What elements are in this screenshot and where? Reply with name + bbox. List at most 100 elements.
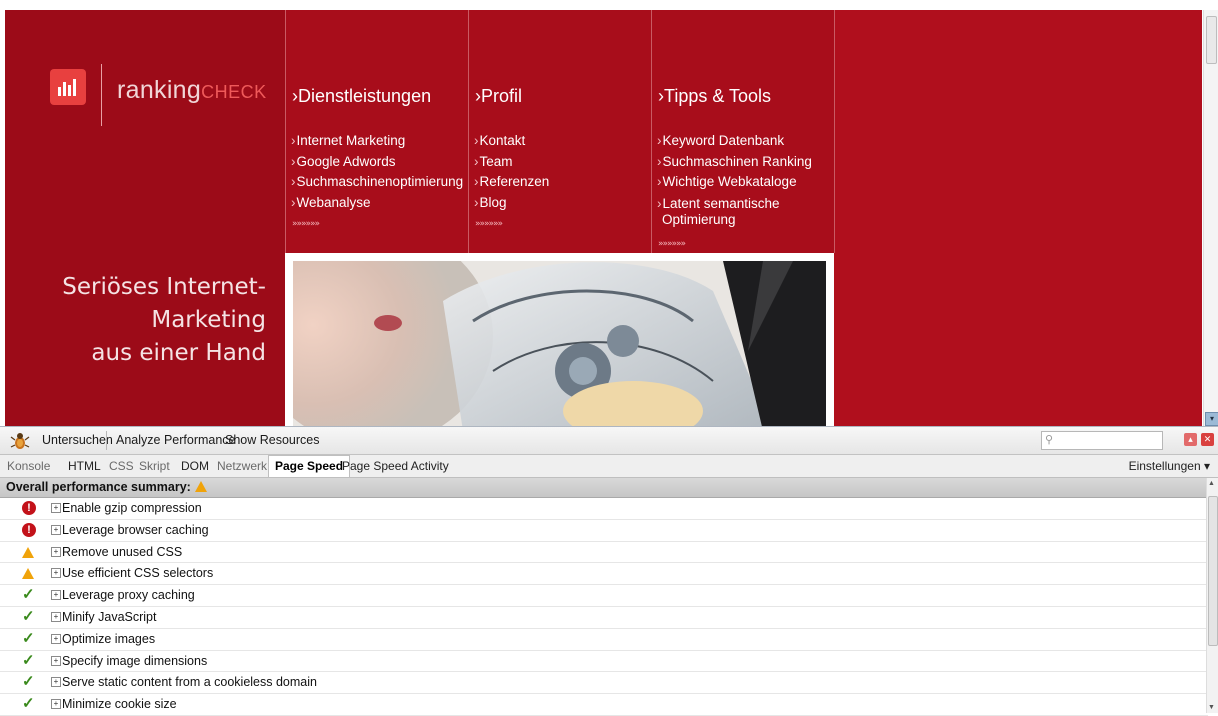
rule-row[interactable]: ✓ + Optimize images [0,629,1208,651]
menu-link-kontakt[interactable]: ›Kontakt [474,131,549,152]
checkmark-icon: ✓ [22,651,35,669]
logo-divider [101,64,102,126]
menu-column-profil: ›Profil ›Kontakt ›Team ›Referenzen ›Blog… [468,10,651,253]
rule-label[interactable]: Serve static content from a cookieless d… [62,675,317,689]
menu-link-blog[interactable]: ›Blog [474,193,549,214]
menu-link-google-adwords[interactable]: ›Google Adwords [291,152,463,173]
logo-text-accent: CHECK [201,82,267,102]
menu-link-latent-semantische-line2: Optimierung [662,211,736,227]
logo-icon[interactable] [50,69,86,105]
scroll-down-icon[interactable]: ▾ [1205,412,1218,426]
logo-text-main: ranking [117,76,202,104]
rule-label[interactable]: Leverage browser caching [62,523,209,537]
menu-more-link[interactable]: »»»»»» [658,239,686,249]
menu-link-latent-semantische[interactable]: ›Latent semantische Optimierung [657,193,812,228]
expand-icon[interactable]: + [51,590,61,601]
expand-icon[interactable]: + [51,611,61,622]
menu-link-keyword-datenbank[interactable]: ›Keyword Datenbank [657,131,812,152]
checkmark-icon: ✓ [22,607,35,625]
rule-label[interactable]: Specify image dimensions [62,654,207,668]
menu-list: ›Internet Marketing ›Google Adwords ›Suc… [291,131,463,213]
menu-link-referenzen[interactable]: ›Referenzen [474,172,549,193]
rankingcheck-site: rankingCHECK Seriöses Internet- Marketin… [5,10,1202,426]
settings-dropdown[interactable]: Einstellungen ▾ [1129,459,1210,473]
rule-label[interactable]: Use efficient CSS selectors [62,566,213,580]
tab-page-speed[interactable]: Page Speed [268,455,351,477]
inspect-button[interactable]: Untersuchen [42,433,113,447]
rule-label[interactable]: Enable gzip compression [62,501,202,515]
site-right-panel [834,10,1202,426]
checkmark-icon: ✓ [22,629,35,647]
expand-icon[interactable]: + [51,524,61,535]
expand-icon[interactable]: + [51,655,61,666]
tab-konsole[interactable]: Konsole [7,459,50,473]
warning-icon [194,481,207,492]
rule-row[interactable]: ✓ + Leverage proxy caching [0,585,1208,607]
menu-column-dienstleistungen: ›Dienstleistungen ›Internet Marketing ›G… [285,10,468,253]
menu-link-team[interactable]: ›Team [474,152,549,173]
expand-icon[interactable]: + [51,503,61,513]
menu-link-seo[interactable]: ›Suchmaschinenoptimierung [291,172,463,193]
menu-more-link[interactable]: »»»»»» [292,219,320,229]
menu-link-suchmaschinen-ranking[interactable]: ›Suchmaschinen Ranking [657,152,812,173]
rule-list: ! + Enable gzip compression! + Leverage brow… [0,498,1208,716]
menu-list: ›Keyword Datenbank ›Suchmaschinen Rankin… [657,131,812,228]
site-tagline: Seriöses Internet- Marketing aus einer H… [5,271,266,370]
tab-css[interactable]: CSS [109,459,134,473]
warning-icon [22,568,34,580]
expand-icon[interactable]: + [51,677,61,688]
rule-row[interactable]: + Use efficient CSS selectors [0,563,1208,586]
checkmark-icon: ✓ [22,695,35,713]
menu-link-webkataloge[interactable]: ›Wichtige Webkataloge [657,172,812,193]
analyze-performance-button[interactable]: Analyze Performance [116,433,236,447]
tab-html[interactable]: HTML [68,459,101,473]
expand-icon[interactable]: + [51,546,61,557]
rule-label[interactable]: Optimize images [62,632,155,646]
performance-summary-bar: Overall performance summary: [0,478,1208,498]
logo-text[interactable]: rankingCHECK [117,78,267,103]
menu-more-link[interactable]: »»»»»» [475,219,503,229]
hero-photo [293,261,826,426]
menu-heading-profil[interactable]: ›Profil [475,86,522,107]
checkmark-icon: ✓ [22,586,35,604]
hero-photo-frame [285,253,834,426]
rule-row[interactable]: ✓ + Minify JavaScript [0,607,1208,629]
rule-label[interactable]: Leverage proxy caching [62,588,195,602]
page-scrollbar-thumb[interactable] [1206,16,1217,64]
search-icon: ⚲ [1045,434,1054,446]
close-icon[interactable]: ✕ [1201,433,1214,446]
scroll-down-icon[interactable]: ▼ [1208,704,1215,711]
tab-netzwerk[interactable]: Netzwerk [217,459,267,473]
error-icon: ! [22,501,36,515]
firebug-scrollbar[interactable]: ▲ ▼ [1206,478,1218,713]
rule-row[interactable]: ✓ + Serve static content from a cookieless… [0,672,1208,695]
menu-heading-tipps-tools[interactable]: ›Tipps & Tools [658,86,771,107]
tab-dom[interactable]: DOM [181,459,209,473]
expand-icon[interactable]: + [51,633,61,644]
firebug-icon[interactable] [10,431,30,451]
show-resources-button[interactable]: Show Resources [225,433,320,447]
expand-icon[interactable]: + [51,568,61,579]
rule-row[interactable]: + Remove unused CSS [0,542,1208,564]
firebug-panel: Untersuchen Analyze Performance Show Res… [0,426,1218,716]
firebug-search-input[interactable]: ⚲ [1041,431,1163,450]
rule-row[interactable]: ! + Leverage browser caching [0,520,1208,542]
menu-heading-dienstleistungen[interactable]: ›Dienstleistungen [292,86,431,107]
tab-skript[interactable]: Skript [139,459,170,473]
page-scrollbar[interactable]: ▾ [1203,10,1218,426]
expand-icon[interactable]: + [51,699,61,710]
menu-link-webanalyse[interactable]: ›Webanalyse [291,193,463,214]
menu-list: ›Kontakt ›Team ›Referenzen ›Blog [474,131,549,213]
menu-link-internet-marketing[interactable]: ›Internet Marketing [291,131,463,152]
checkmark-icon: ✓ [22,673,35,691]
rule-row[interactable]: ! + Enable gzip compression [0,498,1208,520]
browser-viewport: rankingCHECK Seriöses Internet- Marketin… [0,0,1218,426]
rule-label[interactable]: Remove unused CSS [62,545,182,559]
tab-page-speed-activity[interactable]: Page Speed Activity [342,459,449,473]
rule-label[interactable]: Minify JavaScript [62,610,156,624]
rule-label[interactable]: Minimize cookie size [62,697,177,711]
firebug-scrollbar-thumb[interactable] [1208,496,1218,646]
scroll-up-icon[interactable]: ▲ [1208,480,1215,487]
rule-row[interactable]: ✓ + Specify image dimensions [0,651,1208,673]
minimize-icon[interactable]: ▴ [1184,433,1197,446]
